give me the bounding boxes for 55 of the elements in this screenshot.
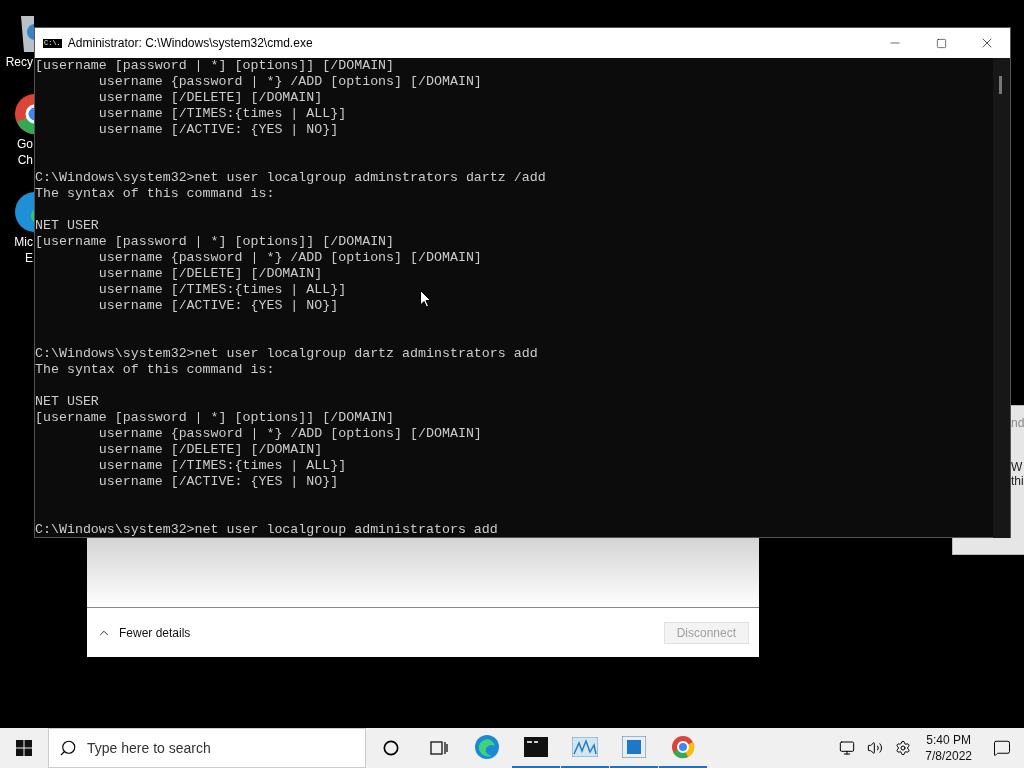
console-line: C:\Windows\system32>net user localgroup dartz adminstrators add (35, 346, 538, 362)
search-placeholder: Type here to search (87, 738, 211, 758)
window-icon (622, 736, 646, 758)
scrollbar[interactable] (993, 58, 1010, 538)
console-line: username [/TIMES:{times | ALL}] (97, 106, 347, 122)
search-icon (59, 739, 77, 757)
notification-icon (993, 739, 1011, 757)
circle-logo-icon[interactable] (13, 190, 34, 234)
console-line: NET USER (35, 394, 99, 410)
console-line: C:\Windows\system32>net user localgroup administrators add (35, 522, 498, 538)
window-text: W (1011, 460, 1024, 474)
settings-icon[interactable] (895, 740, 912, 756)
icon-label: Mic (14, 234, 34, 250)
console-line: username {password | *} /ADD [options] [/DOMAIN] (97, 74, 482, 90)
task-view-icon (430, 740, 448, 756)
wave-logo-icon (474, 734, 500, 760)
console-line: [username [password | *] [options]] [/DOMAIN] (35, 58, 395, 74)
clock[interactable]: 5:40 PM 7/8/2022 (917, 732, 980, 764)
console-line: username [/DELETE] [/DOMAIN] (97, 442, 323, 458)
console-line: username [/ACTIVE: {YES | NO}] (97, 122, 339, 138)
toggle-label: Fewer details (119, 624, 191, 642)
terminal-icon (524, 737, 548, 757)
maximize-icon (935, 37, 947, 49)
clock-time: 5:40 PM (926, 732, 971, 748)
icon-label: Go (17, 136, 34, 152)
chart-window-icon (572, 737, 598, 757)
window-title: Administrator: C:\Windows\system32\cmd.exe (67, 35, 313, 52)
console-line: username [/DELETE] [/DOMAIN] (97, 266, 323, 282)
console-line: username [/TIMES:{times | ALL}] (97, 458, 347, 474)
pointer-icon (420, 290, 431, 308)
console-line: username [/TIMES:{times | ALL}] (97, 282, 347, 298)
console-line: [username [password | *] [options]] [/DOMAIN] (35, 234, 395, 250)
volume-icon[interactable] (867, 740, 884, 756)
icon-label: E (25, 250, 34, 266)
search-field[interactable]: Type here to search (48, 728, 366, 768)
windows-logo-icon (16, 740, 32, 756)
icon-label: Recy (5, 54, 34, 70)
console-line: username {password | *} /ADD [options] [/DOMAIN] (97, 250, 482, 266)
icon-label: Ch (17, 152, 34, 168)
console-line: The syntax of this command is: (35, 186, 275, 202)
console-line: [username [password | *] [options]] [/DOMAIN] (35, 410, 395, 426)
console-line: C:\Windows\system32>net user localgroup adminstrators dartz /add (35, 170, 546, 186)
window-text: thi (1011, 474, 1024, 488)
circle-icon (383, 740, 399, 756)
network-icon[interactable] (839, 740, 856, 756)
details-toggle[interactable]: Fewer details (97, 623, 191, 642)
clock-date: 7/8/2022 (925, 748, 972, 764)
window-text: nd (1011, 415, 1024, 432)
console-line: The syntax of this command is: (35, 362, 275, 378)
console-line: username {password | *} /ADD [options] [/DOMAIN] (97, 426, 482, 442)
console-line: username [/DELETE] [/DOMAIN] (97, 90, 323, 106)
console-line: username [/ACTIVE: {YES | NO}] (97, 298, 339, 314)
circle-logo-icon (671, 735, 695, 759)
console-line: username [/ACTIVE: {YES | NO}] (97, 474, 339, 490)
console-line: NET USER (35, 218, 99, 234)
